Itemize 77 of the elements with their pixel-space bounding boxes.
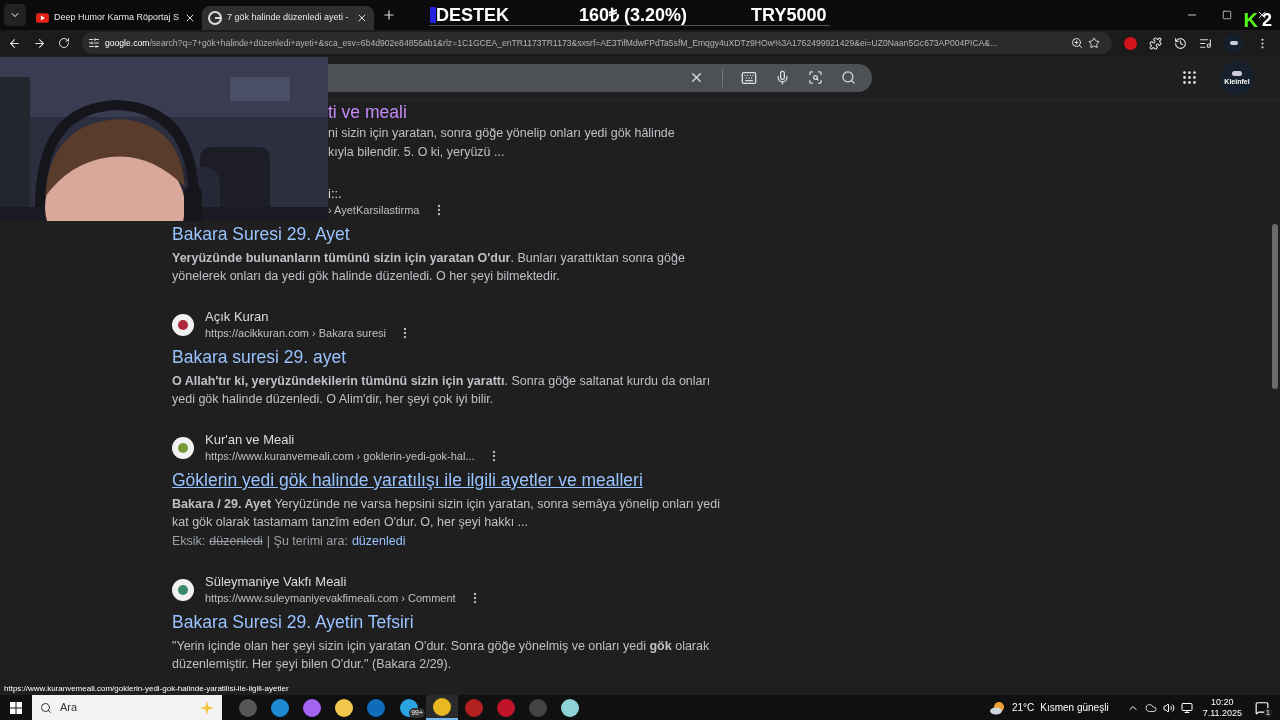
result-url: https://acikkuran.com › Bakara suresi: [205, 325, 386, 341]
url-text: google.com/search?q=7+gök+halinde+düzenledi+ayeti+&sca_esv=6b4d902e84856ab1&rlz=1C1GCEA_enTR1173TR1173&sxsrf=AE3TifMdwFPdTa5sfM_Emqgy4uXDTz9HOw%3A1762499921429&ei=UZ0Naan5Gc673AP004PICA&...: [105, 36, 999, 50]
result-title-link[interactable]: Bakara Suresi 29. Ayet: [172, 222, 350, 246]
result-snippet: "Yerin içinde olan her şeyi sizin için yaratan O'dur. Sonra göğe yönelmiş ve onları yedi gök olarak düzenlemiştir. Her şeyi bilen O'dur." (Bakara 2/29).: [172, 638, 711, 673]
missing-label: Eksik:: [172, 533, 206, 550]
clock-date: 7.11.2025: [1202, 707, 1242, 719]
progress-marker: [430, 6, 436, 23]
donation-amount: 160₺ (3.20%): [579, 5, 688, 24]
scrollbar[interactable]: [1272, 224, 1278, 389]
result-title-link[interactable]: Bakara Suresi 29. Ayetin Tefsiri: [172, 610, 414, 634]
site-name: Süleymaniye Vakfı Meali: [205, 574, 347, 590]
stream-count: 2: [1262, 11, 1272, 29]
stream-logo: K: [1243, 10, 1258, 30]
start-icon[interactable]: [10, 701, 22, 714]
result-snippet: ni sizin için yaratan, sonra göğe yönelip onları yedi gök hâlinde: [328, 125, 675, 142]
search-term-link[interactable]: düzenledi: [351, 532, 406, 550]
keyboard-icon[interactable]: [741, 69, 757, 86]
search-icon[interactable]: [841, 70, 856, 85]
tab-title: 7 gök halinde düzenledi ayeti -: [227, 11, 350, 25]
clear-icon[interactable]: [689, 70, 704, 85]
network-icon[interactable]: [1180, 701, 1193, 714]
taskbar-app-icon[interactable]: [426, 695, 458, 720]
tab-title: Deep Humor Karma Röportaj S: [53, 11, 179, 25]
lens-icon[interactable]: [808, 70, 823, 85]
apps-icon[interactable]: [1181, 69, 1198, 86]
reload-icon[interactable]: [58, 37, 70, 49]
close-icon[interactable]: [184, 12, 196, 24]
back-icon[interactable]: [8, 36, 21, 50]
site-favicon: [172, 437, 194, 459]
sparkle-icon: [200, 700, 214, 715]
address-bar[interactable]: google.com/search?q=7+gök+halinde+düzenledi+ayeti+&sca_esv=6b4d902e84856ab1&rlz=1C1GCEA_enTR1173TR1173&sxsrf=AE3TifMdwFPdTa5sfM_Emqgy4uXDTz9HOw%3A1762499921429&ei=UZ0Naan5Gc673AP004PICA&...: [82, 32, 1112, 54]
result-url: https://www.kuranvemeali.com › goklerin-yedi-gok-hal...: [205, 448, 475, 464]
weather-icon[interactable]: [989, 700, 1006, 715]
site-favicon: [172, 579, 194, 601]
globe-icon: [208, 11, 222, 25]
zoom-icon[interactable]: [1071, 37, 1083, 49]
media-icon[interactable]: [1199, 36, 1212, 50]
weather-text: Kısmen güneşli: [1040, 701, 1109, 715]
weather-temp: 21°C: [1011, 701, 1035, 715]
browser-tab[interactable]: Deep Humor Karma Röportaj S: [30, 6, 202, 30]
site-name: Açık Kuran: [205, 309, 269, 325]
search-icon: [40, 701, 52, 714]
close-icon[interactable]: [356, 12, 368, 24]
new-tab-icon[interactable]: [382, 8, 396, 22]
bookmark-star-icon[interactable]: [1088, 37, 1100, 49]
extensions-icon[interactable]: [1149, 36, 1162, 50]
extension-icon[interactable]: [1124, 36, 1137, 50]
result-title-link[interactable]: Göklerin yedi gök halinde yaratılışı ile ilgili ayetler ve mealleri: [172, 468, 643, 492]
donation-goal: TRY5000: [751, 5, 827, 24]
result-snippet: O Allah'tır ki, yeryüzündekilerin tümünü sizin için yarattı. Sonra göğe saltanat kurdu da onları yedi gök halinde düzenledi. O Alim'dir, her şeyi çok iyi bilir.: [172, 373, 712, 408]
search-term-label: | Şu terimi ara:: [266, 533, 348, 550]
result-url: › AyetKarsilastirma: [328, 202, 420, 218]
tab-search-button[interactable]: [4, 4, 26, 26]
result-snippet: Yeryüzünde bulunanların tümünü sizin için yaratan O'dur. Bunları yarattıktan sonra göğe yönelerek onları da yedi gök halinde düzenledi. O her şeyi bilmektedir.: [172, 250, 686, 285]
history-icon[interactable]: [1174, 36, 1187, 50]
taskbar-search-field[interactable]: Ara: [32, 695, 222, 720]
site-favicon: [172, 314, 194, 336]
site-info-icon[interactable]: [88, 37, 100, 49]
profile-avatar[interactable]: [1224, 33, 1244, 53]
browser-tab[interactable]: 7 gök halinde düzenledi ayeti -: [202, 6, 374, 30]
maximize-icon[interactable]: [1222, 10, 1232, 20]
result-url: https://www.suleymaniyevakfimeali.com › Comment: [205, 590, 456, 606]
site-name: i::.: [328, 186, 342, 202]
result-snippet: kıyla bilendir. 5. O ki, yeryüzü ...: [328, 144, 505, 161]
donation-label: DESTEK: [436, 5, 509, 24]
cloud-icon[interactable]: [1144, 701, 1157, 714]
missing-term: düzenledi: [209, 533, 263, 550]
result-snippet: Bakara / 29. Ayet Yeryüzünde ne varsa hepsini sizin için yaratan, sonra semâya yönelip onları yedi kat gök olarak tastamam tanzîm eden O'dur. O, her şeyi hakkı ...: [172, 496, 721, 531]
volume-icon[interactable]: [1162, 701, 1175, 714]
clock-time: 10:20: [1211, 696, 1234, 708]
result-title-link[interactable]: ti ve meali: [328, 100, 407, 124]
forward-icon[interactable]: [33, 36, 46, 50]
site-name: Kur'an ve Meali: [205, 432, 295, 448]
mic-icon[interactable]: [775, 70, 790, 85]
result-title-link[interactable]: Bakara suresi 29. ayet: [172, 345, 347, 369]
search-box[interactable]: [328, 63, 872, 92]
video-icon: [36, 12, 49, 24]
